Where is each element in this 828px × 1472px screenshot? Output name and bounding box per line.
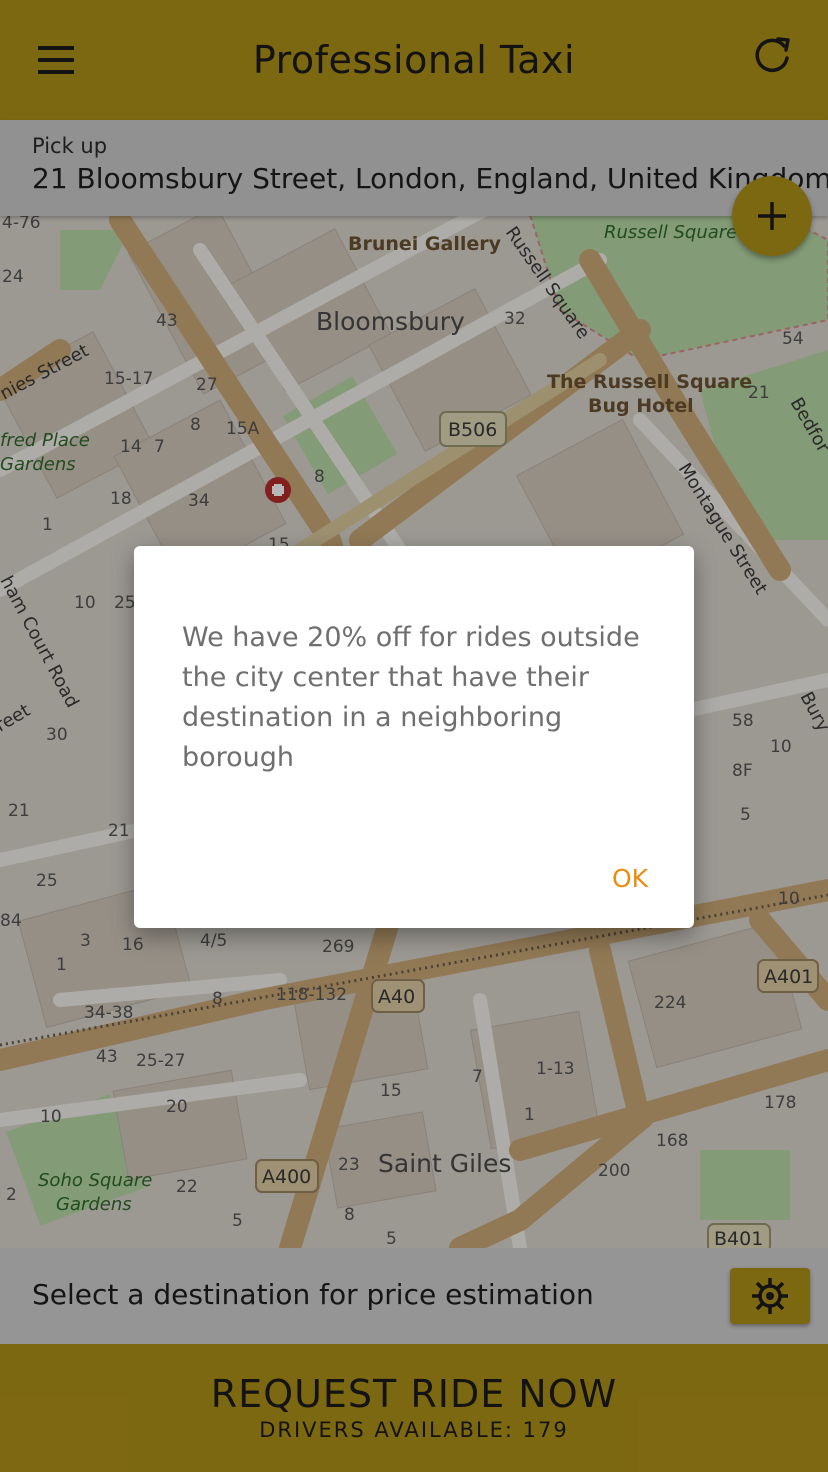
ok-button[interactable]: OK	[592, 852, 668, 904]
promo-dialog: We have 20% off for rides outside the ci…	[134, 546, 694, 928]
dialog-message: We have 20% off for rides outside the ci…	[182, 622, 640, 773]
